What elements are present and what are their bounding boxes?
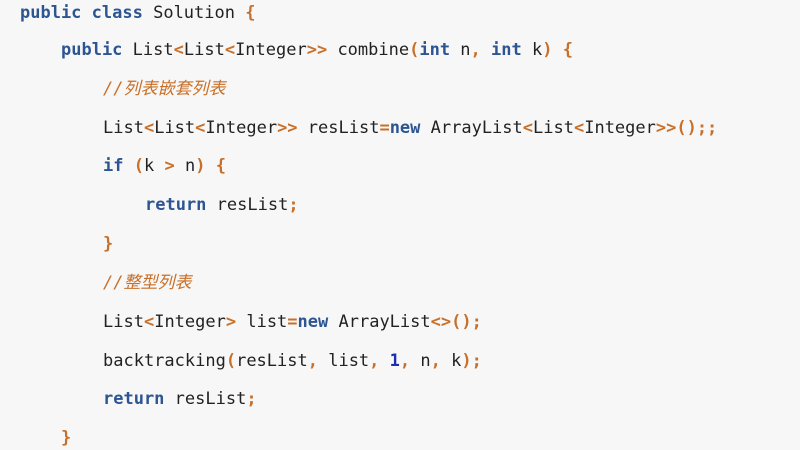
code-text: Integer	[584, 118, 656, 138]
code-punctuation: )	[195, 156, 206, 176]
code-text: Integer	[205, 118, 278, 138]
code-punctuation: <	[195, 118, 206, 138]
code-line: return resList;	[103, 386, 257, 412]
code-punctuation: );	[461, 351, 482, 371]
code-text: ArrayList	[420, 118, 523, 138]
code-punctuation: }	[61, 428, 72, 448]
code-keyword: int	[419, 40, 451, 60]
code-punctuation: =	[379, 118, 390, 138]
code-punctuation: ;	[246, 389, 257, 409]
code-text: k	[440, 351, 462, 371]
code-text: List	[183, 40, 225, 60]
code-punctuation: ,	[307, 351, 318, 371]
code-punctuation: >	[225, 312, 237, 332]
code-line: List<Integer> list=new ArrayList<>();	[103, 309, 482, 335]
code-comment: //列表嵌套列表	[103, 79, 226, 99]
code-text: Integer	[154, 312, 226, 332]
code-line: //列表嵌套列表	[103, 76, 225, 102]
code-line: //整型列表	[103, 270, 191, 296]
code-editor: public class Solution {public List<List<…	[0, 0, 800, 450]
code-keyword: new	[297, 312, 329, 332]
code-keyword: if	[103, 156, 124, 176]
code-punctuation: ;	[288, 195, 299, 215]
code-keyword: int	[491, 40, 522, 60]
code-text: list	[317, 351, 370, 371]
code-text: n	[450, 40, 471, 60]
code-punctuation: >	[164, 156, 175, 176]
code-line: List<List<Integer>> resList=new ArrayLis…	[103, 115, 717, 141]
code-line: return resList;	[145, 192, 299, 218]
code-punctuation: {	[245, 3, 256, 23]
code-punctuation: )	[542, 40, 553, 60]
code-punctuation: <	[143, 312, 155, 332]
code-text: Solution	[142, 3, 246, 23]
code-keyword: return	[145, 195, 207, 215]
code-punctuation: >>	[306, 40, 328, 60]
code-punctuation: =	[287, 312, 298, 332]
code-punctuation: <	[173, 40, 184, 60]
code-keyword: return	[103, 389, 165, 409]
code-text: combine	[327, 40, 410, 60]
code-text: n	[410, 351, 431, 371]
code-text: List	[122, 40, 174, 60]
code-punctuation: (	[225, 351, 237, 371]
code-text: Integer	[235, 40, 307, 60]
code-punctuation: <	[573, 118, 585, 138]
code-punctuation: <	[522, 118, 534, 138]
code-comment: //整型列表	[103, 273, 192, 293]
code-punctuation: ,	[470, 40, 481, 60]
code-text: n	[174, 156, 196, 176]
code-keyword: public	[61, 40, 123, 60]
code-keyword: public	[20, 3, 82, 23]
code-punctuation: <	[224, 40, 236, 60]
code-text: List	[154, 118, 196, 138]
code-text: List	[103, 312, 144, 332]
code-text: list	[236, 312, 288, 332]
code-number: 1	[389, 351, 400, 371]
code-text: resList	[297, 118, 380, 138]
code-punctuation: >>();;	[655, 118, 718, 138]
code-keyword: new	[389, 118, 421, 138]
code-keyword: class	[91, 3, 143, 23]
code-punctuation: ,	[369, 351, 380, 371]
code-line: }	[61, 425, 71, 450]
code-punctuation: (	[409, 40, 420, 60]
code-text: List	[103, 118, 144, 138]
code-text: resList	[236, 351, 308, 371]
code-punctuation: {	[215, 156, 226, 176]
code-punctuation: ,	[430, 351, 441, 371]
code-punctuation: }	[103, 234, 114, 254]
code-text: List	[533, 118, 574, 138]
code-line: public List<List<Integer>> combine(int n…	[61, 37, 573, 63]
code-text: k	[521, 40, 543, 60]
code-punctuation: {	[562, 40, 573, 60]
code-text: resList	[164, 389, 247, 409]
code-punctuation: <>();	[430, 312, 482, 332]
code-text: k	[143, 156, 165, 176]
code-line: }	[103, 231, 113, 257]
code-punctuation: <	[143, 118, 155, 138]
code-text: backtracking	[103, 351, 226, 371]
code-punctuation: ,	[399, 351, 411, 371]
code-text: resList	[206, 195, 289, 215]
code-punctuation: (	[133, 156, 144, 176]
code-line: if (k > n) {	[103, 153, 226, 179]
code-line: public class Solution {	[20, 0, 255, 26]
code-punctuation: >>	[277, 118, 298, 138]
code-text: ArrayList	[328, 312, 431, 332]
code-line: backtracking(resList, list, 1, n, k);	[103, 348, 482, 374]
